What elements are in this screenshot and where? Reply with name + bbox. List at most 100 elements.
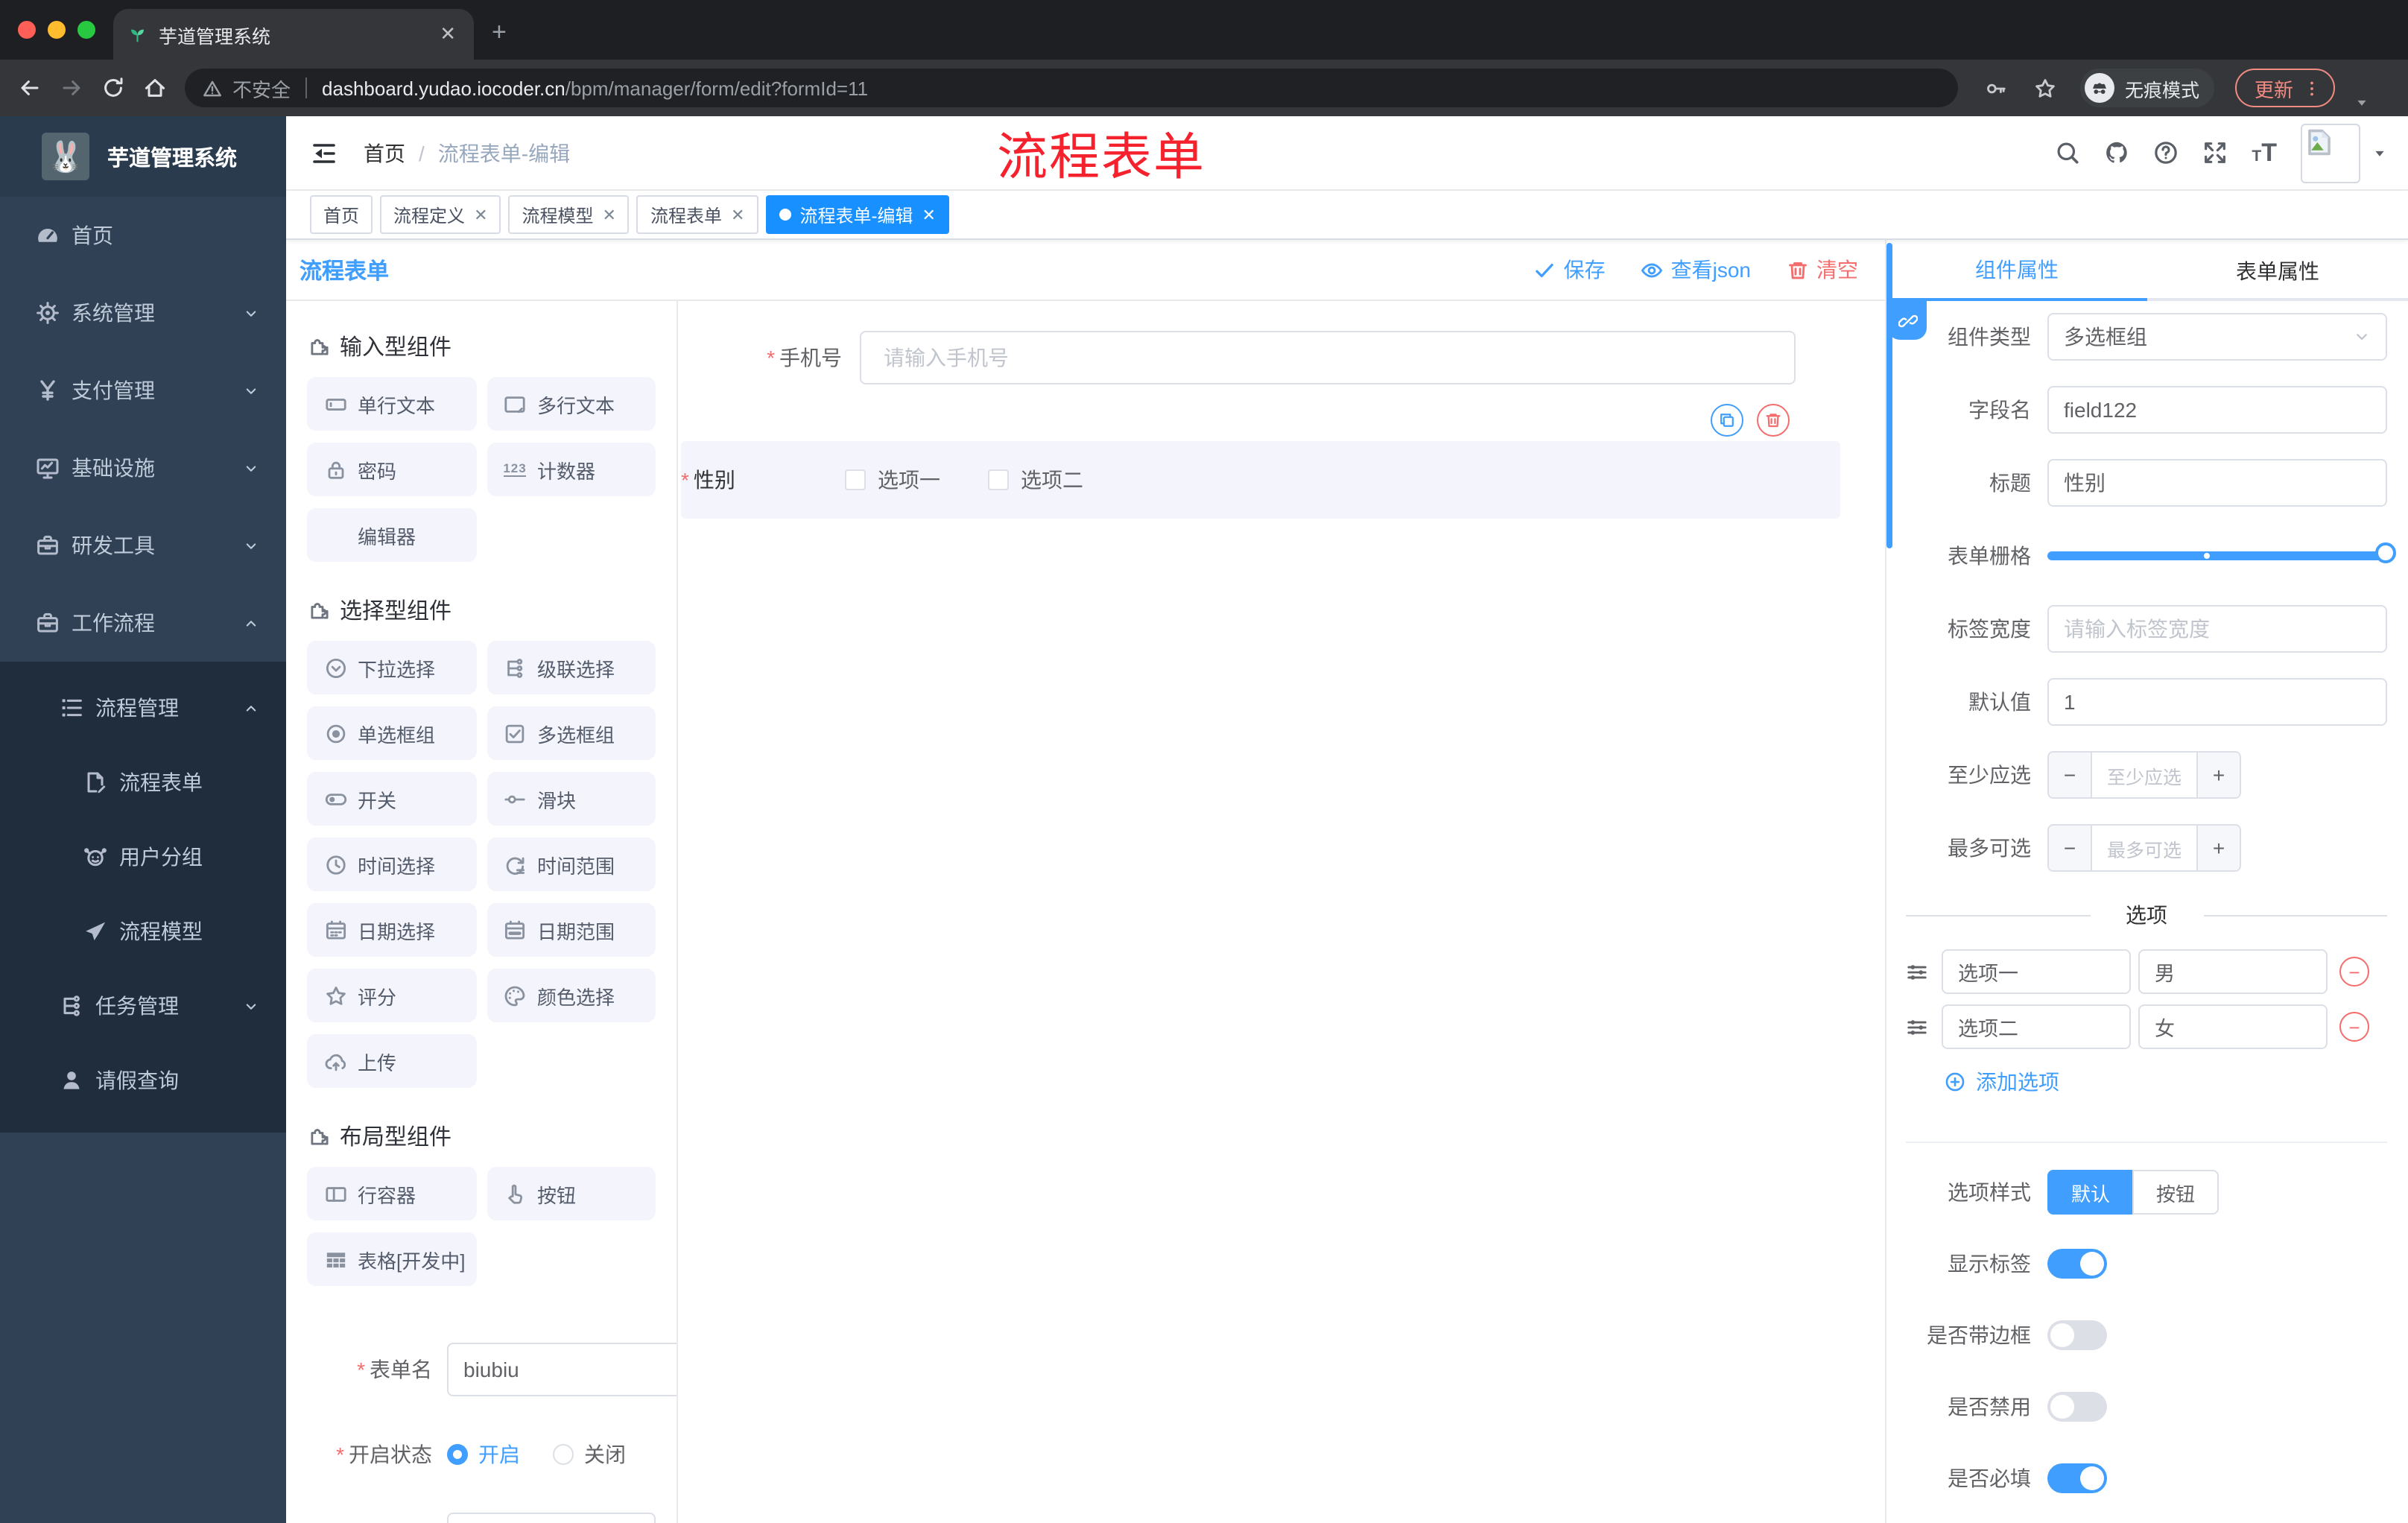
toggle-显示标签[interactable] xyxy=(2047,1249,2107,1279)
plus-button[interactable]: + xyxy=(2196,826,2240,870)
browser-tab[interactable]: 芋道管理系统 ✕ xyxy=(113,9,474,60)
sidebar-item-系统管理[interactable]: 系统管理 xyxy=(0,274,286,352)
option-label-input[interactable] xyxy=(1942,1004,2131,1049)
toggle-是否必填[interactable] xyxy=(2047,1463,2107,1493)
avatar[interactable] xyxy=(2301,123,2360,183)
default-value-input[interactable]: 1 xyxy=(2047,678,2387,726)
tag-close-icon[interactable]: ✕ xyxy=(922,205,935,224)
tab-组件属性[interactable]: 组件属性 xyxy=(1886,240,2147,301)
slider-handle[interactable] xyxy=(2375,542,2396,563)
sidebar-item-流程表单[interactable]: 流程表单 xyxy=(0,745,286,820)
sidebar-item-流程模型[interactable]: 流程模型 xyxy=(0,894,286,969)
component-item-计数器[interactable]: 123 计数器 xyxy=(487,443,656,496)
max-select-stepper[interactable]: − 最多可选 + xyxy=(2047,824,2241,872)
search-icon[interactable] xyxy=(2055,140,2080,165)
sidebar-item-任务管理[interactable]: 任务管理 xyxy=(0,969,286,1043)
component-item-开关[interactable]: 开关 xyxy=(307,772,476,826)
sidebar-item-研发工具[interactable]: 研发工具 xyxy=(0,507,286,584)
option-value-input[interactable] xyxy=(2138,1004,2328,1049)
home-icon[interactable] xyxy=(143,76,167,100)
github-icon[interactable] xyxy=(2104,140,2129,165)
title-input[interactable]: 性别 xyxy=(2047,459,2387,507)
tag-close-icon[interactable]: ✕ xyxy=(603,205,616,224)
tab-流程表单-编辑[interactable]: 流程表单-编辑 ✕ xyxy=(765,195,949,234)
sidebar-item-请假查询[interactable]: 请假查询 xyxy=(0,1043,286,1118)
sidebar-item-用户分组[interactable]: 用户分组 xyxy=(0,820,286,894)
link-icon[interactable] xyxy=(1888,301,1927,340)
tag-close-icon[interactable]: ✕ xyxy=(731,205,744,224)
drag-handle-icon[interactable] xyxy=(1906,960,1928,983)
component-item-上传[interactable]: 上传 xyxy=(307,1034,476,1088)
save-button[interactable]: 保存 xyxy=(1534,255,1606,285)
component-item-下拉选择[interactable]: 下拉选择 xyxy=(307,641,476,694)
tag-close-icon[interactable]: ✕ xyxy=(474,205,487,224)
minus-button[interactable]: − xyxy=(2049,753,2092,797)
tab-首页[interactable]: 首页 xyxy=(310,195,373,234)
toggle-是否禁用[interactable] xyxy=(2047,1392,2107,1422)
add-option-button[interactable]: 添加选项 xyxy=(1945,1067,2387,1097)
tab-close-icon[interactable]: ✕ xyxy=(437,22,459,46)
sidebar-item-首页[interactable]: 首页 xyxy=(0,197,286,274)
drag-handle-icon[interactable] xyxy=(1906,1016,1928,1038)
toggle-是否带边框[interactable] xyxy=(2047,1320,2107,1350)
remove-option-button[interactable]: − xyxy=(2339,957,2369,987)
option-style-默认[interactable]: 默认 xyxy=(2047,1170,2135,1215)
address-bar[interactable]: 不安全 dashboard.yudao.iocoder.cn /bpm/mana… xyxy=(185,69,1958,107)
field-name-input[interactable]: field122 xyxy=(2047,386,2387,434)
component-item-多选框组[interactable]: 多选框组 xyxy=(487,706,656,760)
plus-button[interactable]: + xyxy=(2196,753,2240,797)
back-icon[interactable] xyxy=(18,76,42,100)
toolbar-caret-icon[interactable] xyxy=(2354,95,2369,110)
status-radio-关闭[interactable]: 关闭 xyxy=(553,1440,626,1469)
label-width-input[interactable]: 请输入标签宽度 xyxy=(2047,605,2387,653)
avatar-caret-icon[interactable] xyxy=(2372,145,2387,160)
component-item-时间选择[interactable]: 时间选择 xyxy=(307,838,476,891)
option-value-input[interactable] xyxy=(2138,949,2328,994)
forward-icon[interactable] xyxy=(60,76,83,100)
window-zoom-button[interactable] xyxy=(77,21,95,39)
component-item-编辑器[interactable]: 编辑器 xyxy=(307,508,476,562)
form-remark-textarea[interactable]: 嘿嘿 xyxy=(447,1513,656,1523)
phone-field-input[interactable]: 请输入手机号 xyxy=(860,331,1796,384)
sidebar-item-工作流程[interactable]: 工作流程 xyxy=(0,584,286,662)
form-canvas[interactable]: * 手机号 请输入手机号 * 性别 选项一 选项二 xyxy=(678,301,1885,1523)
tab-表单属性[interactable]: 表单属性 xyxy=(2147,240,2408,301)
slider-track[interactable] xyxy=(2047,551,2384,560)
component-item-单行文本[interactable]: 单行文本 xyxy=(307,377,476,431)
logo[interactable]: 🐰 芋道管理系统 xyxy=(0,116,286,197)
component-item-密码[interactable]: 密码 xyxy=(307,443,476,496)
bookmark-star-icon[interactable] xyxy=(2034,77,2056,99)
component-item-日期选择[interactable]: 日期选择 xyxy=(307,903,476,957)
gender-field-selected-block[interactable]: * 性别 选项一 选项二 xyxy=(681,404,1840,519)
sidebar-item-流程管理[interactable]: 流程管理 xyxy=(0,671,286,745)
tab-流程模型[interactable]: 流程模型 ✕ xyxy=(508,195,630,234)
component-item-滑块[interactable]: 滑块 xyxy=(487,772,656,826)
component-item-表格[开发中][interactable]: 表格[开发中] xyxy=(307,1232,476,1286)
tab-流程表单[interactable]: 流程表单 ✕ xyxy=(636,195,758,234)
view-json-button[interactable]: 查看json xyxy=(1641,255,1751,285)
remove-option-button[interactable]: − xyxy=(2339,1012,2369,1042)
form-grid-slider[interactable] xyxy=(2047,532,2396,580)
min-select-stepper[interactable]: − 至少应选 + xyxy=(2047,751,2241,799)
option-style-按钮[interactable]: 按钮 xyxy=(2132,1170,2220,1215)
help-icon[interactable] xyxy=(2153,140,2179,165)
form-name-input[interactable] xyxy=(447,1343,677,1396)
phone-field-row[interactable]: * 手机号 请输入手机号 xyxy=(678,331,1885,384)
component-type-select[interactable]: 多选框组 xyxy=(2047,313,2387,361)
checkbox-option-选项一[interactable]: 选项一 xyxy=(845,465,940,495)
component-item-时间范围[interactable]: 时间范围 xyxy=(487,838,656,891)
component-item-日期范围[interactable]: 日期范围 xyxy=(487,903,656,957)
sidebar-item-基础设施[interactable]: 基础设施 xyxy=(0,429,286,507)
browser-update-button[interactable]: 更新 xyxy=(2235,69,2336,107)
component-item-单选框组[interactable]: 单选框组 xyxy=(307,706,476,760)
sidebar-item-支付管理[interactable]: 支付管理 xyxy=(0,352,286,429)
checkbox-option-选项二[interactable]: 选项二 xyxy=(988,465,1083,495)
window-minimize-button[interactable] xyxy=(48,21,66,39)
browser-menu-dots-icon[interactable] xyxy=(2302,78,2322,98)
tab-流程定义[interactable]: 流程定义 ✕ xyxy=(380,195,501,234)
window-close-button[interactable] xyxy=(18,21,36,39)
new-tab-button[interactable]: + xyxy=(492,18,507,48)
minus-button[interactable]: − xyxy=(2049,826,2092,870)
sidebar-collapse-icon[interactable] xyxy=(310,139,337,166)
breadcrumb-home[interactable]: 首页 xyxy=(364,138,405,168)
